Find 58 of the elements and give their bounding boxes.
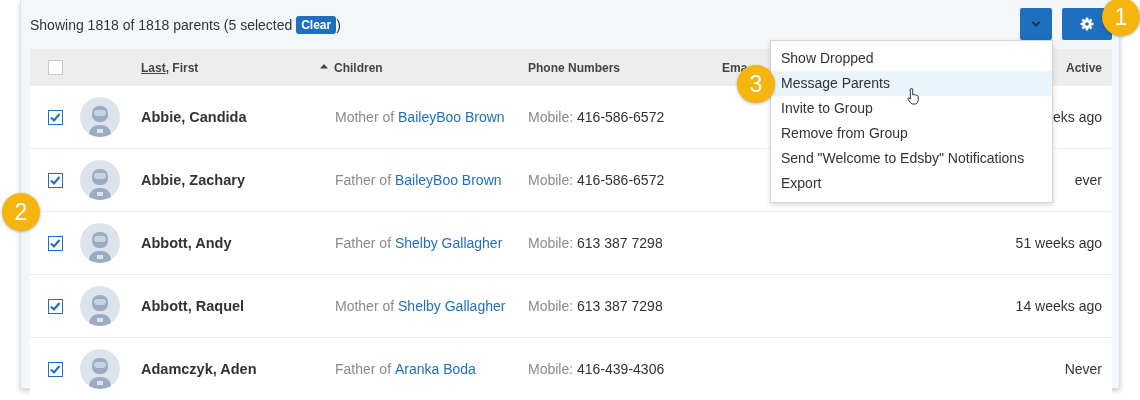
settings-icon (1080, 17, 1094, 31)
last-active: 14 weeks ago (1015, 298, 1102, 314)
relation-label: Father of (335, 235, 393, 251)
avatar-icon (80, 160, 120, 200)
last-active: 51 weeks ago (1015, 235, 1102, 251)
hand-cursor-icon (906, 87, 920, 105)
last-active: Never (1064, 361, 1102, 377)
phone-label: Mobile: (528, 109, 575, 125)
menu-item[interactable]: Message Parents (771, 71, 1052, 96)
child-link[interactable]: Shelby Gallagher (394, 235, 503, 251)
parent-name[interactable]: Abbott, Andy (141, 235, 232, 251)
avatar-icon (80, 223, 120, 263)
phone-label: Mobile: (528, 361, 575, 377)
phone-number: 416-586-6572 (577, 109, 665, 125)
phone-label: Mobile: (528, 172, 575, 188)
checkbox[interactable] (47, 235, 63, 251)
phone-number: 416-439-4306 (577, 361, 665, 377)
step-badge-overlay: 2 (2, 193, 40, 231)
checkbox[interactable] (47, 172, 63, 188)
child-link[interactable]: BaileyBoo Brown (398, 109, 505, 125)
menu-item[interactable]: Export (771, 171, 1052, 196)
checkbox[interactable] (47, 298, 63, 314)
closing-paren: ) (336, 16, 341, 33)
sort-link[interactable]: Last (141, 60, 166, 75)
phone-label: Mobile: (528, 235, 575, 251)
parent-name[interactable]: Adamczyk, Aden (141, 361, 257, 377)
relation-label: Mother of (335, 109, 396, 125)
summary-text: Showing 1818 of 1818 parents (5 selected (30, 16, 294, 33)
column-header[interactable]: Children (334, 60, 383, 75)
phone-label: Mobile: (528, 298, 575, 314)
column-header: Active (1065, 60, 1102, 75)
column-header: Phone Numbers (528, 60, 620, 75)
parent-name[interactable]: Abbie, Zachary (141, 172, 245, 188)
last-active: ever (1074, 172, 1102, 188)
column-header: , First (165, 60, 199, 75)
avatar-icon (80, 286, 120, 326)
parent-name[interactable]: Abbott, Raquel (141, 298, 245, 314)
clear-button[interactable]: Clear (296, 15, 337, 34)
child-link[interactable]: Shelby Gallagher (398, 298, 506, 314)
avatar-icon (80, 97, 120, 137)
child-link[interactable]: Aranka Boda (394, 361, 476, 377)
checkbox[interactable] (47, 109, 63, 125)
relation-label: Father of (335, 172, 393, 188)
phone-number: 416-586-6572 (577, 172, 665, 188)
parent-name[interactable]: Abbie, Candida (141, 109, 247, 125)
chevron-icon (1031, 20, 1041, 28)
child-link[interactable]: BaileyBoo Brown (394, 172, 502, 188)
step-badge-overlay: 1 (1102, 0, 1140, 36)
relation-label: Mother of (335, 298, 396, 314)
phone-number: 613 387 7298 (577, 298, 663, 314)
phone-number: 613 387 7298 (577, 235, 663, 251)
last-active: eks ago (1052, 109, 1102, 125)
menu-item[interactable]: Remove from Group (771, 121, 1052, 146)
avatar-icon (80, 349, 120, 389)
menu-item[interactable]: Send "Welcome to Edsby" Notifications (771, 146, 1052, 171)
checkbox[interactable] (47, 60, 63, 75)
checkbox[interactable] (47, 361, 63, 377)
relation-label: Father of (335, 361, 393, 377)
